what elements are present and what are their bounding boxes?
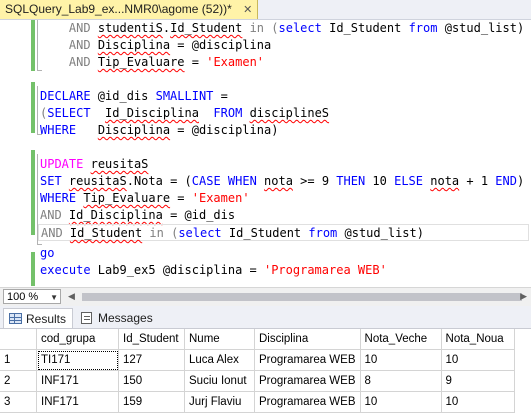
code-line: execute Lab9_ex5 @disciplina = 'Programa… (40, 263, 387, 277)
cell-nume[interactable]: Suciu Ionut (184, 370, 255, 392)
cell-cod-grupa[interactable]: INF171 (36, 391, 119, 413)
table-row[interactable]: 3 INF171 159 Jurj Flaviu Programarea WEB… (0, 391, 515, 413)
scroll-left-icon[interactable]: ◀ (68, 289, 75, 304)
results-table: cod_grupa Id_Student Nume Disciplina Not… (0, 329, 515, 413)
cell-nota-veche[interactable]: 8 (360, 370, 442, 392)
results-tab-bar: Results Messages (0, 306, 531, 329)
column-header[interactable]: cod_grupa (36, 329, 119, 350)
cell-nota-noua[interactable]: 10 (441, 391, 515, 413)
cell-id-student[interactable]: 159 (118, 391, 185, 413)
code-line: AND Id_Disciplina = @id_dis (40, 208, 236, 222)
cell-id-student[interactable]: 150 (118, 370, 185, 392)
cell-disciplina[interactable]: Programarea WEB (254, 391, 361, 413)
column-header[interactable]: Nota_Noua (441, 329, 515, 350)
tab-results[interactable]: Results (3, 308, 73, 328)
cell-cod-grupa[interactable]: INF171 (36, 370, 119, 392)
row-number[interactable]: 1 (0, 349, 37, 371)
cell-nume[interactable]: Jurj Flaviu (184, 391, 255, 413)
code-line: UPDATE reusitaS (40, 157, 149, 171)
tab-results-label: Results (26, 312, 67, 326)
tab-messages[interactable]: Messages (76, 308, 156, 328)
cell-nota-noua[interactable]: 9 (441, 370, 515, 392)
zoom-value: 100 % (7, 291, 39, 303)
change-marker (31, 82, 35, 133)
zoom-select[interactable]: 100 % ▼ (3, 289, 61, 304)
code-line: DECLARE @id_dis SMALLINT = (40, 89, 228, 103)
editor-margin (0, 20, 31, 287)
query-editor[interactable]: AND studentiS.Id_Student in (select Id_S… (0, 20, 531, 287)
editor-status-row: 100 % ▼ ◀ ▶ (0, 287, 531, 306)
change-marker (31, 252, 35, 286)
tab-messages-label: Messages (98, 311, 153, 325)
outline-guide (37, 86, 38, 134)
code-line: SET reusitaS.Nota = (CASE WHEN nota >= 9… (40, 174, 525, 188)
query-tab-title[interactable]: SQLQuery_Lab9_ex...NMR0\agome (52))* (5, 2, 232, 16)
code-line: go (40, 246, 55, 260)
code-line: AND studentiS.Id_Student in (select Id_S… (68, 21, 525, 35)
row-header-corner (0, 329, 37, 350)
cell-nume[interactable]: Luca Alex (184, 349, 255, 371)
cell-id-student[interactable]: 127 (118, 349, 185, 371)
cell-nota-noua[interactable]: 10 (441, 349, 515, 371)
row-number[interactable]: 3 (0, 391, 37, 413)
table-row[interactable]: 2 INF171 150 Suciu Ionut Programarea WEB… (0, 370, 515, 392)
change-marker (31, 150, 35, 235)
grid-icon (9, 313, 22, 324)
column-header[interactable]: Nota_Veche (360, 329, 442, 350)
column-header[interactable]: Nume (184, 329, 255, 350)
outline-guide (37, 20, 38, 70)
close-tab-icon[interactable]: ✕ (243, 4, 252, 16)
code-line: WHERE Tip_Evaluare = 'Examen' (40, 191, 250, 205)
results-grid[interactable]: cod_grupa Id_Student Nume Disciplina Not… (0, 329, 531, 413)
query-tab[interactable]: SQLQuery_Lab9_ex...NMR0\agome (52))* ✕ (0, 0, 259, 19)
column-header[interactable]: Id_Student (118, 329, 185, 350)
scrollbar-thumb[interactable] (82, 293, 522, 301)
cell-cod-grupa[interactable]: TI171 (36, 349, 119, 371)
code-line-current: AND Id_Student in (select Id_Student fro… (38, 224, 529, 241)
table-row[interactable]: 1 TI171 127 Luca Alex Programarea WEB 10… (0, 349, 515, 371)
row-number[interactable]: 2 (0, 370, 37, 392)
column-header[interactable]: Disciplina (254, 329, 361, 350)
code-line: WHERE Disciplina = @disciplina) (40, 123, 279, 137)
cell-nota-veche[interactable]: 10 (360, 391, 442, 413)
header-row: cod_grupa Id_Student Nume Disciplina Not… (0, 329, 515, 350)
chevron-down-icon[interactable]: ▼ (50, 290, 58, 305)
cell-disciplina[interactable]: Programarea WEB (254, 370, 361, 392)
scroll-right-icon[interactable]: ▶ (520, 289, 527, 304)
document-tab-bar: SQLQuery_Lab9_ex...NMR0\agome (52))* ✕ (0, 0, 531, 20)
cell-nota-veche[interactable]: 10 (360, 349, 442, 371)
code-line: (SELECT Id_Disciplina FROM disciplineS (40, 106, 330, 120)
code-line: AND Disciplina = @disciplina (68, 38, 272, 52)
code-line: AND Tip_Evaluare = 'Examen' (68, 55, 265, 69)
messages-icon (81, 312, 92, 324)
horizontal-scrollbar[interactable]: ◀ ▶ (64, 289, 531, 304)
cell-disciplina[interactable]: Programarea WEB (254, 349, 361, 371)
change-marker (31, 20, 35, 71)
